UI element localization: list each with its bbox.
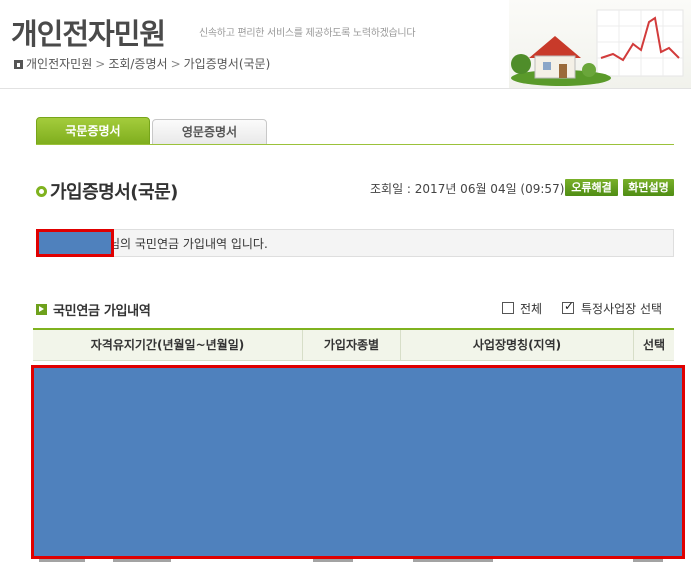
info-message-text: 님의 국민연금 가입내역 입니다.: [109, 237, 268, 251]
table-header-row: 자격유지기간(년월일~년월일) 가입자종별 사업장명칭(지역) 선택: [33, 330, 674, 361]
header-divider: [0, 88, 691, 89]
title-bullet-icon: [36, 185, 47, 197]
home-icon: [14, 60, 23, 69]
text-fragment: [313, 559, 353, 562]
column-header-workplace-name: 사업장명칭(지역): [401, 330, 634, 361]
section-arrow-icon: [36, 304, 47, 315]
page-title: 가입증명서(국문): [36, 178, 178, 204]
checkbox-specific-workplace[interactable]: ✓: [562, 299, 575, 314]
tab-korean-certificate[interactable]: 국문증명서: [36, 117, 150, 145]
page-title-text: 가입증명서(국문): [50, 182, 178, 203]
text-fragment: [113, 559, 171, 562]
house-graph-illustration: [511, 9, 684, 86]
column-header-member-type: 가입자종별: [303, 330, 401, 361]
column-header-select: 선택: [642, 338, 666, 352]
breadcrumb: 개인전자민원 > 조회/증명서 > 가입증명서(국문): [14, 55, 270, 72]
section-title-text: 국민연금 가입내역: [53, 304, 151, 319]
site-title[interactable]: 개인전자민원: [11, 11, 166, 53]
text-fragment: [633, 559, 663, 562]
tab-english-certificate[interactable]: 영문증명서: [152, 119, 267, 145]
breadcrumb-separator: >: [170, 56, 181, 71]
checkbox-all-label[interactable]: 전체: [520, 300, 542, 317]
redacted-user-name: [36, 229, 114, 257]
tab-underline: [36, 144, 674, 145]
redacted-table-body: [31, 365, 685, 559]
checkmark-icon: ✓: [564, 299, 575, 313]
screen-help-button[interactable]: 화면설명: [623, 179, 674, 196]
section-title: 국민연금 가입내역: [36, 300, 151, 319]
error-resolution-button[interactable]: 오류해결: [565, 179, 618, 196]
breadcrumb-item-current: 가입증명서(국문): [183, 57, 271, 71]
site-header: 개인전자민원 신속하고 편리한 서비스를 제공하도록 노력하겠습니다 개인전자민…: [0, 0, 691, 88]
text-fragment: [413, 559, 493, 562]
breadcrumb-separator: >: [95, 56, 106, 71]
checkbox-all[interactable]: [502, 302, 514, 314]
breadcrumb-item-inquiry[interactable]: 조회/증명서: [108, 55, 167, 72]
table-row-fragment: [33, 559, 674, 563]
text-fragment: [39, 559, 85, 562]
inquiry-date: 조회일 : 2017년 06월 04일 (09:57): [370, 182, 565, 196]
column-header-period: 자격유지기간(년월일~년월일): [33, 330, 303, 361]
header-banner-image: [509, 0, 691, 88]
checkbox-specific-label[interactable]: 특정사업장 선택: [581, 300, 662, 317]
site-slogan: 신속하고 편리한 서비스를 제공하도록 노력하겠습니다: [199, 28, 416, 39]
breadcrumb-item-home[interactable]: 개인전자민원: [26, 55, 92, 72]
